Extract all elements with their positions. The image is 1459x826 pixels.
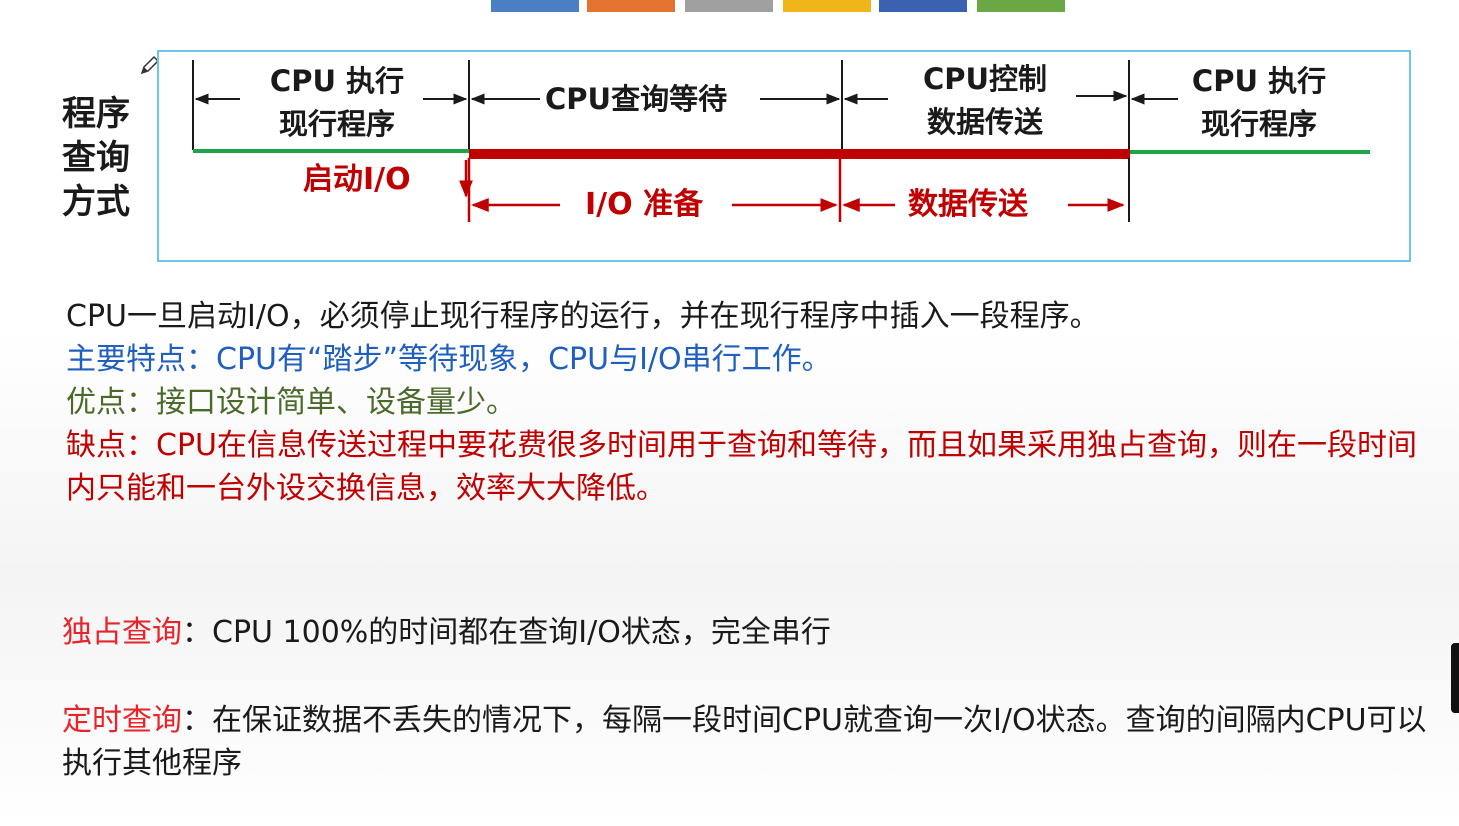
- main-feature-label: 主要特点：: [66, 342, 216, 377]
- exclusive-query-sep: ：: [182, 615, 212, 650]
- timed-query-body: 在保证数据不丢失的情况下，每隔一段时间CPU就查询一次I/O状态。查询的间隔内C…: [62, 703, 1427, 781]
- timed-query-paragraph: 定时查询：在保证数据不丢失的情况下，每隔一段时间CPU就查询一次I/O状态。查询…: [62, 699, 1442, 785]
- exclusive-query-body: CPU 100%的时间都在查询I/O状态，完全串行: [212, 615, 831, 650]
- pros-label: 优点：: [66, 385, 156, 420]
- timing-diagram: [157, 50, 1411, 262]
- cons-paragraph: 缺点：CPU在信息传送过程中要花费很多时间用于查询和等待，而且如果采用独占查询，…: [66, 424, 1446, 510]
- side-scroll-handle[interactable]: [1451, 643, 1459, 713]
- timed-query-label: 定时查询: [62, 703, 182, 738]
- description-line: CPU一旦启动I/O，必须停止现行程序的运行，并在现行程序中插入一段程序。: [66, 299, 1100, 334]
- cons-label: 缺点：: [66, 428, 156, 463]
- pros-line: 优点：接口设计简单、设备量少。: [66, 381, 516, 424]
- pros-body: 接口设计简单、设备量少。: [156, 385, 516, 420]
- exclusive-query-line: 独占查询：CPU 100%的时间都在查询I/O状态，完全串行: [62, 611, 831, 654]
- segment-label-cpu-control-transfer: CPU控制数据传送: [922, 62, 1048, 139]
- label-data-transfer: 数据传送: [908, 187, 1028, 222]
- label-io-prepare: I/O 准备: [585, 187, 704, 222]
- main-feature-line: 主要特点：CPU有“踏步”等待现象，CPU与I/O串行工作。: [66, 338, 832, 381]
- label-start-io: 启动I/O: [303, 162, 411, 197]
- timed-query-sep: ：: [182, 703, 212, 738]
- cons-body: CPU在信息传送过程中要花费很多时间用于查询和等待，而且如果采用独占查询，则在一…: [66, 428, 1417, 506]
- segment-label-cpu-query-wait: CPU查询等待: [545, 82, 728, 116]
- segment-label-cpu-executing-2: CPU 执行现行程序: [1191, 64, 1327, 141]
- exclusive-query-label: 独占查询: [62, 615, 182, 650]
- segment-label-cpu-executing-1: CPU 执行现行程序: [269, 64, 405, 141]
- main-feature-body: CPU有“踏步”等待现象，CPU与I/O串行工作。: [216, 342, 832, 377]
